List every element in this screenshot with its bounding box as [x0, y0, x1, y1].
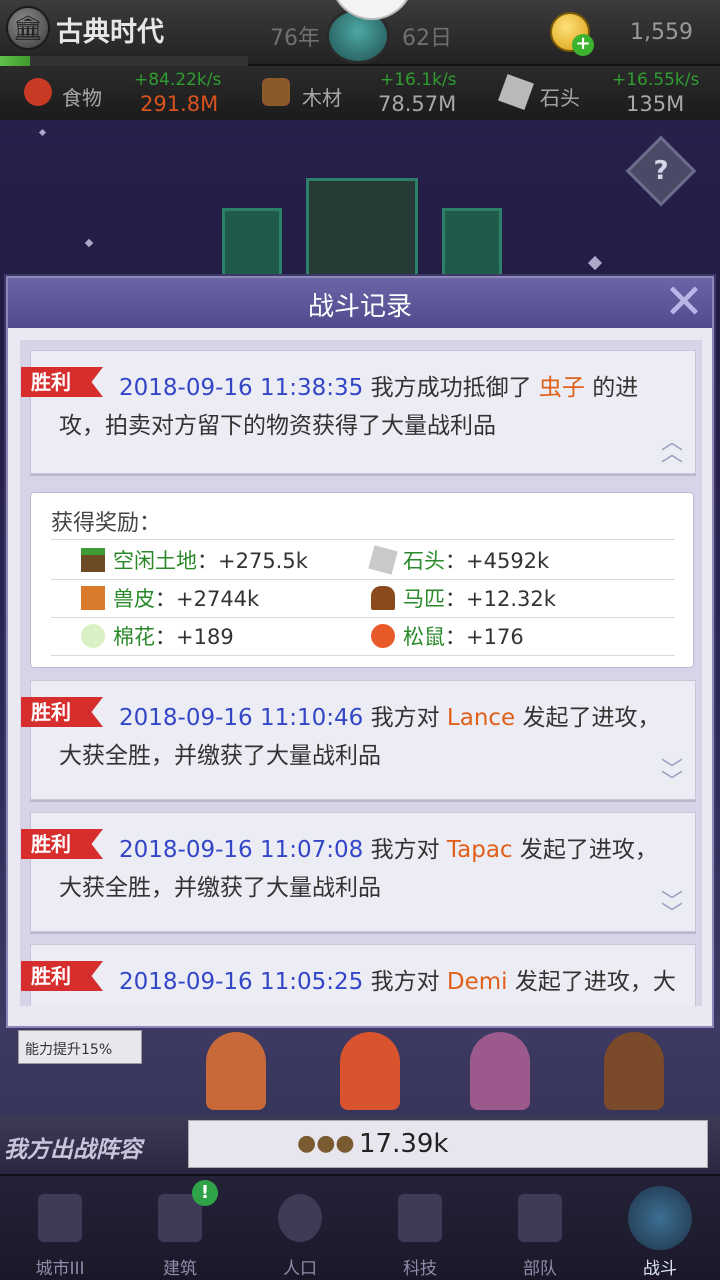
land-icon [81, 548, 105, 572]
battle-entry[interactable]: 胜利 2018-09-16 11:38:35 我方成功抵御了 虫子 的进攻，拍卖… [21, 350, 696, 474]
top-status-bar: 🏛 古典时代 76年 62日 + 1,559 [0, 0, 720, 66]
divider [51, 539, 675, 540]
battle-log-list[interactable]: 胜利 2018-09-16 11:38:35 我方成功抵御了 虫子 的进攻，拍卖… [20, 340, 702, 1006]
reward-item: 兽皮：+2744k [81, 583, 259, 613]
battle-entry-text: 2018-09-16 11:07:08 我方对 Tapac 发起了进攻，大获全胜… [59, 837, 658, 901]
hero-figure[interactable] [206, 1032, 266, 1110]
resource-rate: +84.22k/s [134, 70, 222, 90]
nav-troops[interactable]: 部队 [480, 1176, 600, 1280]
reward-item: 松鼠：+176 [371, 621, 524, 651]
horse-icon [371, 586, 395, 610]
rewards-panel: 获得奖励： 空闲土地：+275.5k 石头：+4592k 兽皮：+2744k 马… [30, 492, 694, 668]
resource-name: 食物 [62, 86, 102, 110]
nav-battle[interactable]: 战斗 [600, 1176, 720, 1280]
castle-icon [38, 1194, 82, 1242]
nav-label: 城市III [35, 1259, 85, 1279]
person-icon [278, 1194, 322, 1242]
era-title: 古典时代 [56, 17, 164, 48]
era-emblem-icon[interactable]: 🏛 [6, 6, 50, 50]
divider [51, 617, 675, 618]
expand-chevron-icon[interactable]: ﹀ ﹀ [659, 892, 685, 926]
battle-entry[interactable]: 胜利 2018-09-16 11:05:25 我方对 Demi 发起了进攻，大 [21, 944, 696, 1006]
reward-item: 空闲土地：+275.5k [81, 545, 308, 575]
dialog-header: 战斗记录 ✕ [8, 278, 712, 328]
hero-figure[interactable] [340, 1032, 400, 1110]
expand-chevron-icon[interactable]: ﹀ ﹀ [659, 760, 685, 794]
nav-label: 战斗 [643, 1259, 677, 1279]
nav-label: 人口 [283, 1259, 317, 1279]
dialog-title: 战斗记录 [307, 292, 412, 322]
date-day: 62日 [402, 26, 452, 51]
battle-entry[interactable]: 胜利 2018-09-16 11:10:46 我方对 Lance 发起了进攻，大… [21, 680, 696, 800]
add-coins-button[interactable]: + [572, 34, 594, 56]
reward-item: 棉花：+189 [81, 621, 234, 651]
boost-label: 能力提升15% [18, 1030, 142, 1064]
star-decoration [38, 128, 47, 137]
squirrel-icon [371, 624, 395, 648]
power-value: 17.39k [359, 1129, 449, 1159]
nav-buildings[interactable]: ! 建筑 [120, 1176, 240, 1280]
battle-log-dialog: 战斗记录 ✕ 胜利 2018-09-16 11:38:35 我方成功抵御了 虫子… [6, 276, 714, 1028]
wood-icon [262, 78, 290, 106]
resource-wood[interactable]: 木材 +16.1k/s 78.57M [240, 66, 480, 120]
nav-technology[interactable]: 科技 [360, 1176, 480, 1280]
coin-count: 1,559 [630, 20, 693, 45]
lineup-label: 我方出战阵容 [4, 1137, 142, 1163]
divider [51, 655, 675, 656]
power-box[interactable]: ●●● 17.39k [188, 1120, 708, 1168]
watchtower-graphic [222, 178, 502, 278]
hide-icon [81, 586, 105, 610]
crossed-swords-icon [628, 1186, 692, 1250]
nav-label: 科技 [403, 1259, 437, 1279]
resources-bar: 食物 +84.22k/s 291.8M 木材 +16.1k/s 78.57M 石… [0, 66, 720, 120]
battle-entry-text: 2018-09-16 11:10:46 我方对 Lance 发起了进攻，大获全胜… [59, 705, 661, 769]
resource-stone[interactable]: 石头 +16.55k/s 135M [480, 66, 720, 120]
rewards-title: 获得奖励： [51, 511, 162, 536]
resource-rate: +16.1k/s [380, 70, 457, 90]
resource-name: 石头 [540, 86, 580, 110]
resource-total: 135M [626, 92, 685, 116]
resource-food[interactable]: 食物 +84.22k/s 291.8M [0, 66, 240, 120]
cotton-icon [81, 624, 105, 648]
resource-rate: +16.55k/s [612, 70, 700, 90]
stone-icon [368, 545, 398, 575]
hero-figure[interactable] [470, 1032, 530, 1110]
close-button[interactable]: ✕ [662, 278, 706, 326]
battle-entry-text: 2018-09-16 11:05:25 我方对 Demi 发起了进攻，大 [119, 969, 676, 995]
resource-total: 291.8M [140, 92, 219, 116]
divider [51, 579, 675, 580]
troops-icon: ●●● [297, 1131, 355, 1156]
reward-item: 马匹：+12.32k [371, 583, 556, 613]
nav-label: 部队 [523, 1259, 557, 1279]
era-progress-bar [0, 56, 248, 66]
resource-name: 木材 [302, 86, 342, 110]
hero-figure[interactable] [604, 1032, 664, 1110]
star-decoration [587, 255, 603, 271]
lineup-bar: 我方出战阵容 ●●● 17.39k [0, 1116, 720, 1174]
bottom-nav: 城市III ! 建筑 人口 科技 部队 战斗 [0, 1174, 720, 1280]
battle-entry-text: 2018-09-16 11:38:35 我方成功抵御了 虫子 的进攻，拍卖对方留… [59, 375, 639, 439]
book-icon [398, 1194, 442, 1242]
date-year: 76年 [270, 26, 320, 51]
nav-city[interactable]: 城市III [0, 1176, 120, 1280]
help-icon: ? [653, 156, 669, 186]
banner-icon [518, 1194, 562, 1242]
resource-total: 78.57M [378, 92, 457, 116]
reward-item: 石头：+4592k [368, 545, 549, 575]
stone-icon [498, 74, 534, 110]
collapse-chevron-icon[interactable]: ︿ ︿ [659, 432, 685, 466]
star-decoration [84, 238, 94, 248]
battle-entry[interactable]: 胜利 2018-09-16 11:07:08 我方对 Tapac 发起了进攻，大… [21, 812, 696, 932]
food-icon [24, 78, 52, 106]
alert-badge: ! [192, 1180, 218, 1206]
nav-label: 建筑 [163, 1259, 197, 1279]
nav-population[interactable]: 人口 [240, 1176, 360, 1280]
